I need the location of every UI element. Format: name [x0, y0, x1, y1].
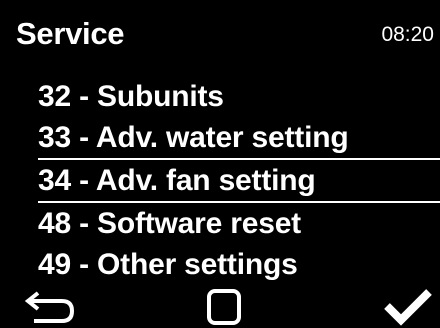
service-screen: Service 08:20 32 - Subunits 33 - Adv. wa…	[0, 0, 440, 328]
confirm-button[interactable]	[378, 284, 438, 328]
menu-item-software-reset[interactable]: 48 - Software reset	[0, 203, 440, 244]
square-icon	[207, 289, 241, 325]
back-button[interactable]	[20, 284, 80, 328]
checkmark-icon	[384, 289, 432, 326]
menu-item-subunits[interactable]: 32 - Subunits	[0, 76, 440, 117]
page-title: Service	[16, 16, 125, 51]
menu-item-adv-water-setting[interactable]: 33 - Adv. water setting	[0, 117, 440, 158]
clock: 08:20	[381, 23, 434, 46]
service-menu: 32 - Subunits 33 - Adv. water setting 34…	[0, 76, 440, 285]
menu-item-other-settings[interactable]: 49 - Other settings	[0, 244, 440, 285]
menu-item-adv-fan-setting[interactable]: 34 - Adv. fan setting	[38, 158, 440, 203]
bottom-button-bar	[0, 284, 440, 328]
back-arrow-icon	[24, 291, 75, 323]
home-button[interactable]	[194, 284, 254, 328]
